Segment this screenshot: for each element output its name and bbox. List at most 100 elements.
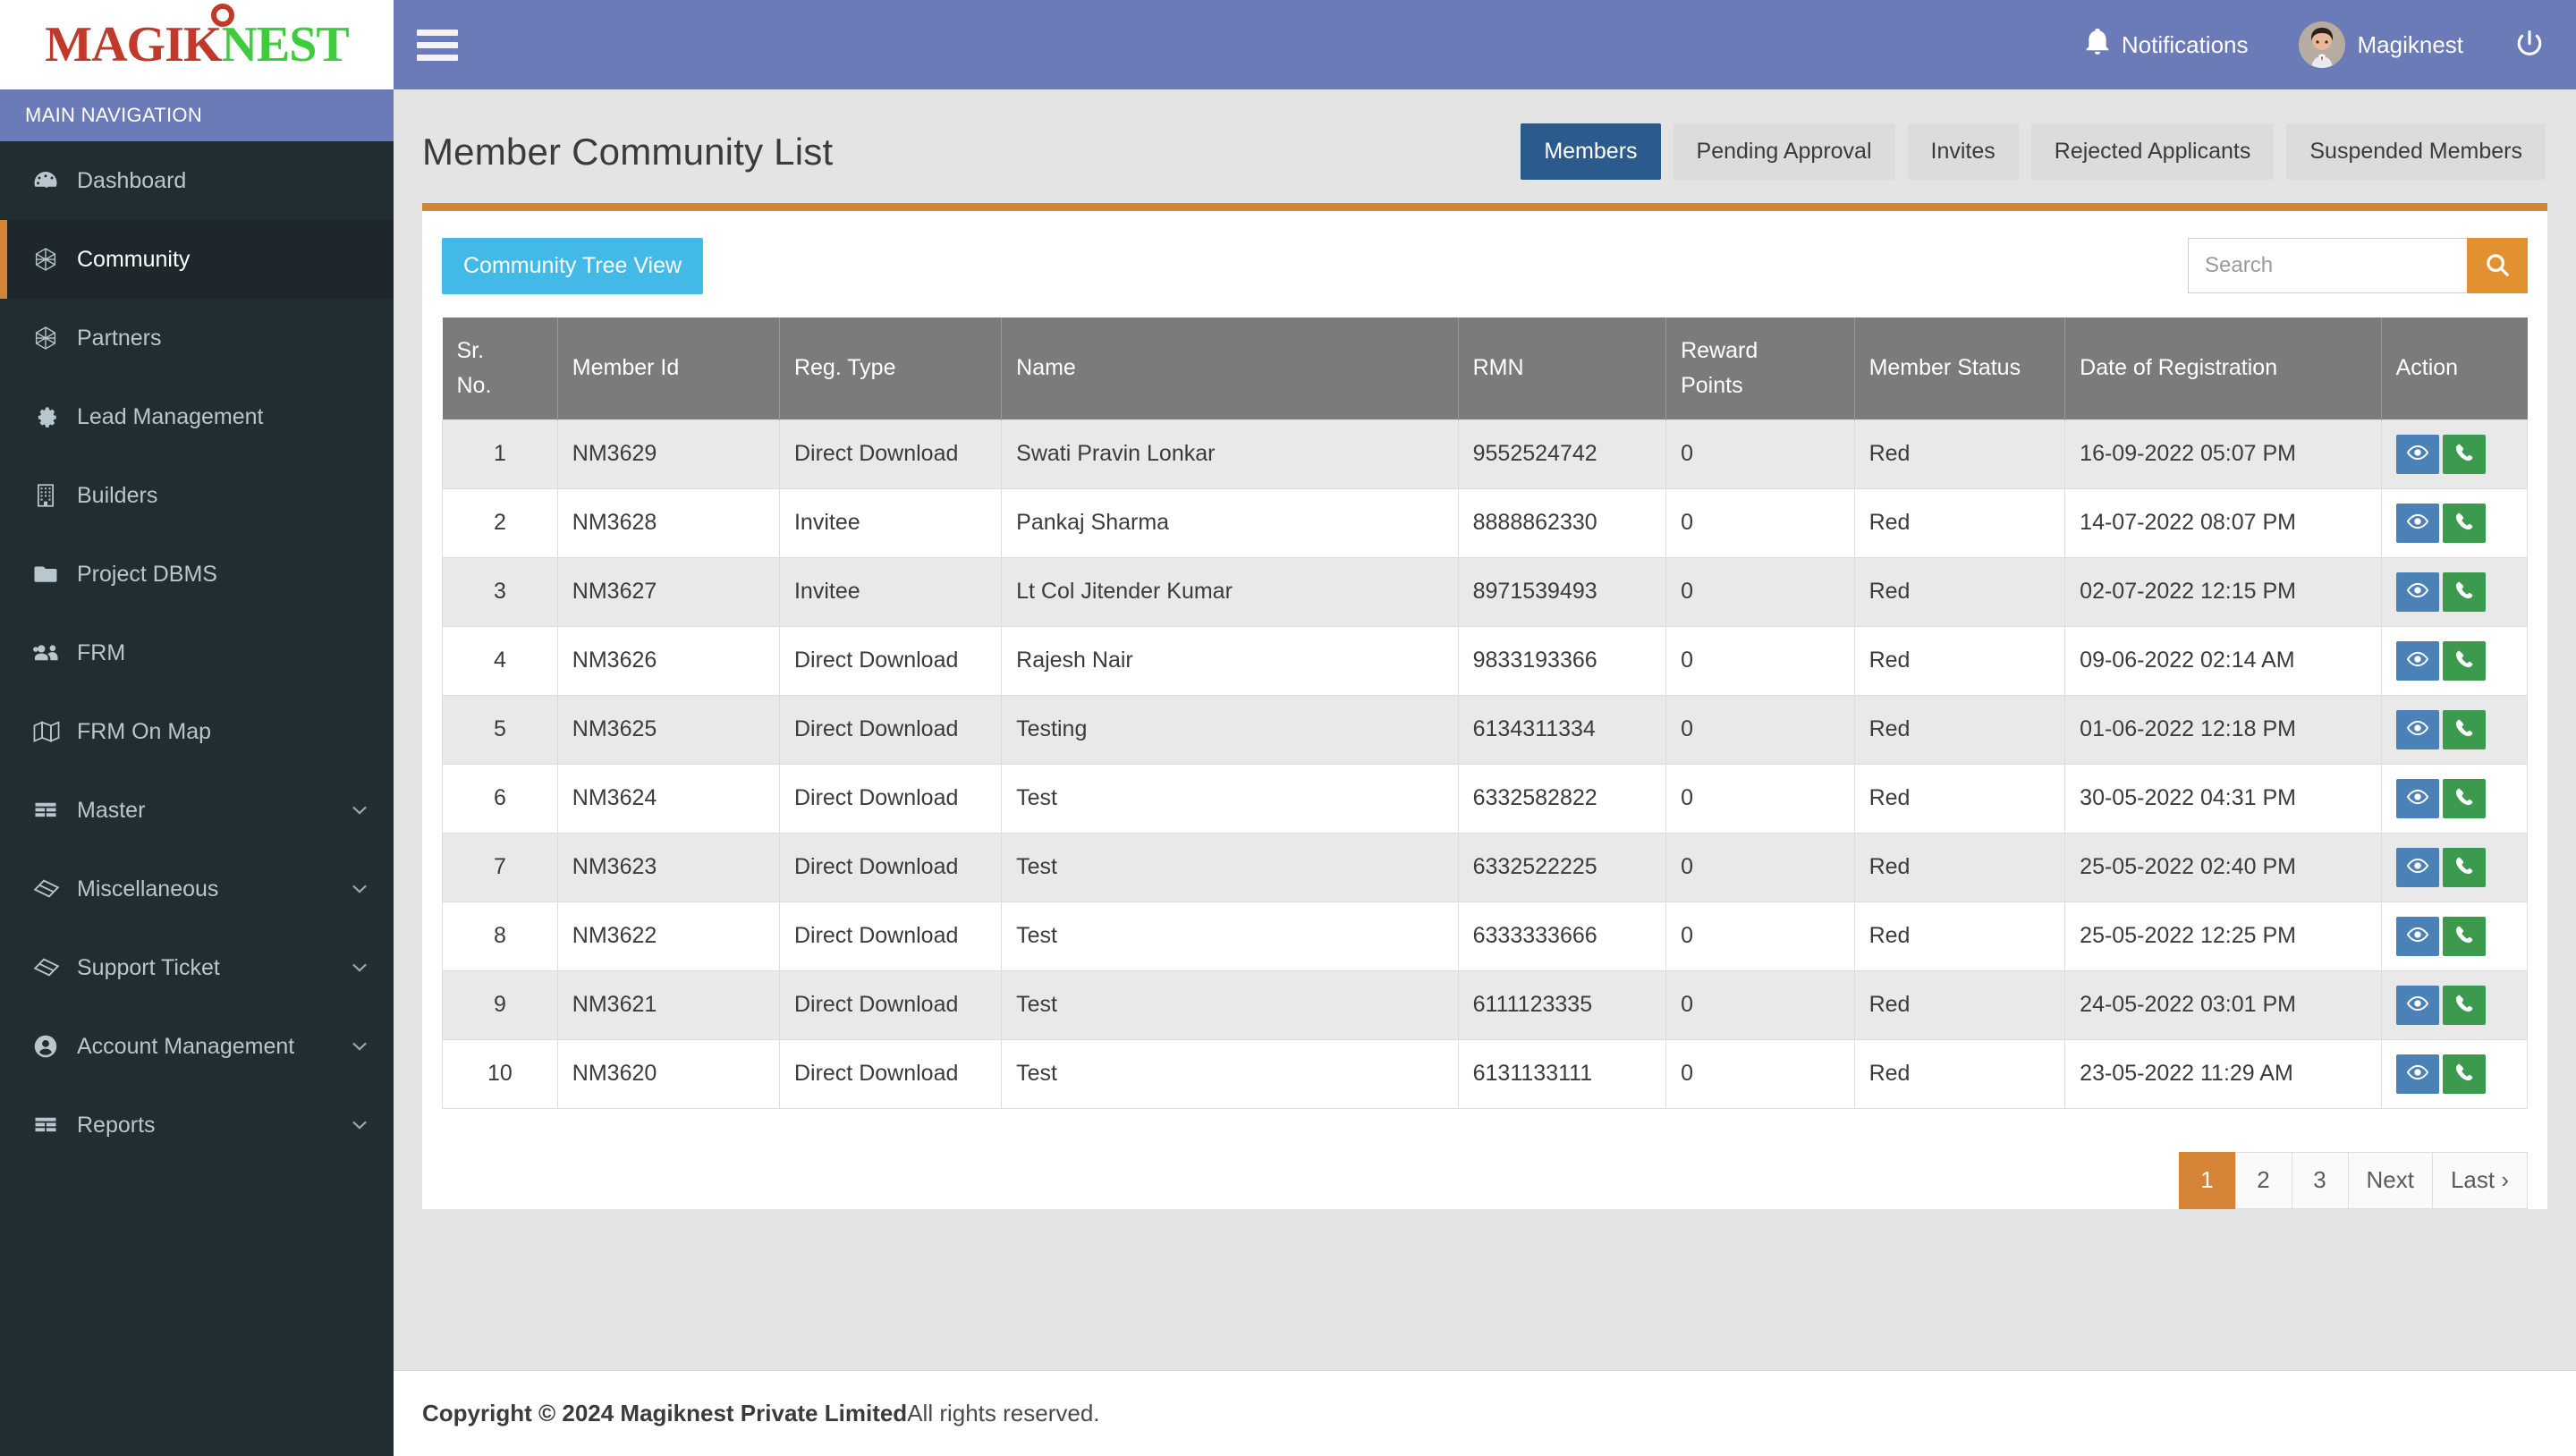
phone-icon xyxy=(2453,648,2475,673)
view-member-button[interactable] xyxy=(2395,916,2439,956)
call-member-button[interactable] xyxy=(2442,640,2486,681)
cell-date: 30-05-2022 04:31 PM xyxy=(2064,763,2382,834)
sidebar-nav-list: Dashboard Community Partners Lead Managemen… xyxy=(0,141,394,1456)
cell-member-status: Red xyxy=(1853,694,2066,765)
notifications-label: Notifications xyxy=(2121,30,2249,58)
table-row: 7 NM3623 Direct Download Test 6332522225 0 Red… xyxy=(442,832,2529,902)
cell-name: Test xyxy=(1001,901,1459,971)
sidebar-item-lead-management[interactable]: Lead Management xyxy=(0,377,394,456)
pagination-page-3[interactable]: 3 xyxy=(2291,1151,2349,1209)
footer: Copyright © 2024 Magiknest Private Limit… xyxy=(394,1370,2576,1456)
sidebar-item-support-ticket[interactable]: Support Ticket xyxy=(0,928,394,1007)
cell-date: 24-05-2022 03:01 PM xyxy=(2064,969,2382,1040)
app-root: MAGIKNEST MAIN NAVIGATION Dashboard Commu… xyxy=(0,0,2576,1456)
cell-member-id: NM3622 xyxy=(556,901,780,971)
members-table: Sr. No. Member Id Reg. Type Name RMN Rew… xyxy=(442,317,2529,1109)
sidebar-item-label: Partners xyxy=(77,325,162,351)
chevron-down-icon xyxy=(349,1036,370,1057)
call-member-button[interactable] xyxy=(2442,434,2486,474)
map-icon xyxy=(32,718,72,745)
cell-member-status: Red xyxy=(1853,969,2066,1040)
ticket-icon xyxy=(32,954,72,981)
cell-date: 01-06-2022 12:18 PM xyxy=(2064,694,2382,765)
tab-members[interactable]: Members xyxy=(1521,123,1661,180)
pagination-page-next[interactable]: Next xyxy=(2347,1151,2433,1209)
view-member-button[interactable] xyxy=(2395,778,2439,818)
cell-reg-type: Direct Download xyxy=(778,625,1003,696)
notifications-button[interactable]: Notifications xyxy=(2061,28,2274,62)
call-member-button[interactable] xyxy=(2442,1054,2486,1094)
eye-icon xyxy=(2406,510,2429,536)
pagination-page-2[interactable]: 2 xyxy=(2234,1151,2292,1209)
sidebar-item-label: FRM On Map xyxy=(77,718,212,744)
call-member-button[interactable] xyxy=(2442,847,2486,887)
cell-rmn: 9552524742 xyxy=(1457,419,1667,489)
view-member-button[interactable] xyxy=(2395,1054,2439,1094)
col-action: Action xyxy=(2381,317,2528,419)
sidebar-nav-header: MAIN NAVIGATION xyxy=(0,89,394,141)
action-buttons xyxy=(2395,847,2512,887)
tab-invites[interactable]: Invites xyxy=(1907,123,2019,180)
view-member-button[interactable] xyxy=(2395,847,2439,887)
view-member-button[interactable] xyxy=(2395,640,2439,681)
call-member-button[interactable] xyxy=(2442,571,2486,612)
users-icon xyxy=(32,639,72,666)
sidebar-item-reports[interactable]: Reports xyxy=(0,1086,394,1164)
community-icon xyxy=(32,246,72,273)
chevron-down-icon xyxy=(349,800,370,821)
sidebar-item-frm-on-map[interactable]: FRM On Map xyxy=(0,692,394,771)
footer-rights: All rights reserved. xyxy=(907,1400,1100,1426)
sidebar-item-label: Project DBMS xyxy=(77,561,217,587)
sidebar-item-project-dbms[interactable]: Project DBMS xyxy=(0,535,394,614)
community-tree-view-button[interactable]: Community Tree View xyxy=(442,238,704,294)
tab-suspended-members[interactable]: Suspended Members xyxy=(2286,123,2546,180)
call-member-button[interactable] xyxy=(2442,985,2486,1025)
sidebar-item-builders[interactable]: Builders xyxy=(0,456,394,535)
sidebar-item-master[interactable]: Master xyxy=(0,771,394,850)
col-date-of-registration: Date of Registration xyxy=(2064,317,2382,419)
view-member-button[interactable] xyxy=(2395,503,2439,543)
logo-nest: NEST xyxy=(221,17,349,72)
top-bar-right: Notifications Magiknest xyxy=(2061,21,2549,68)
user-menu[interactable]: Magiknest xyxy=(2274,21,2489,68)
phone-icon xyxy=(2453,924,2475,948)
tab-pending-approval[interactable]: Pending Approval xyxy=(1673,123,1895,180)
power-icon[interactable] xyxy=(2488,30,2549,60)
call-member-button[interactable] xyxy=(2442,916,2486,956)
cell-member-status: Red xyxy=(1853,556,2066,627)
sidebar-item-account-management[interactable]: Account Management xyxy=(0,1007,394,1086)
sidebar-item-community[interactable]: Community xyxy=(0,220,394,299)
sidebar-item-dashboard[interactable]: Dashboard xyxy=(0,141,394,220)
call-member-button[interactable] xyxy=(2442,709,2486,749)
col-reward-line1: Reward xyxy=(1681,338,1758,363)
brand-logo[interactable]: MAGIKNEST xyxy=(0,0,394,89)
eye-icon xyxy=(2406,441,2429,467)
view-member-button[interactable] xyxy=(2395,434,2439,474)
cell-action xyxy=(2380,1038,2529,1109)
table-icon xyxy=(32,1112,72,1139)
view-member-button[interactable] xyxy=(2395,985,2439,1025)
cell-reward-points: 0 xyxy=(1665,763,1855,834)
table-row: 8 NM3622 Direct Download Test 6333333666 0 Red… xyxy=(442,901,2529,971)
cell-date: 16-09-2022 05:07 PM xyxy=(2064,419,2382,489)
hamburger-icon[interactable] xyxy=(417,24,458,65)
call-member-button[interactable] xyxy=(2442,778,2486,818)
action-buttons xyxy=(2395,434,2512,474)
action-buttons xyxy=(2395,1054,2512,1094)
view-member-button[interactable] xyxy=(2395,571,2439,612)
sidebar-item-miscellaneous[interactable]: Miscellaneous xyxy=(0,850,394,928)
call-member-button[interactable] xyxy=(2442,503,2486,543)
search-button[interactable] xyxy=(2467,238,2528,293)
view-member-button[interactable] xyxy=(2395,709,2439,749)
cell-reward-points: 0 xyxy=(1665,556,1855,627)
tab-rejected-applicants[interactable]: Rejected Applicants xyxy=(2030,123,2275,180)
search-input[interactable] xyxy=(2188,238,2467,293)
sidebar-item-partners[interactable]: Partners xyxy=(0,299,394,377)
cell-date: 25-05-2022 02:40 PM xyxy=(2064,832,2382,902)
page-tabs: Members Pending Approval Invites Rejected A… xyxy=(1521,123,2546,180)
sidebar-item-frm[interactable]: FRM xyxy=(0,614,394,692)
search-icon xyxy=(2484,251,2511,281)
pagination-page-1[interactable]: 1 xyxy=(2178,1151,2236,1209)
pagination-page-last-[interactable]: Last › xyxy=(2431,1151,2528,1209)
sidebar-item-label: FRM xyxy=(77,639,126,665)
